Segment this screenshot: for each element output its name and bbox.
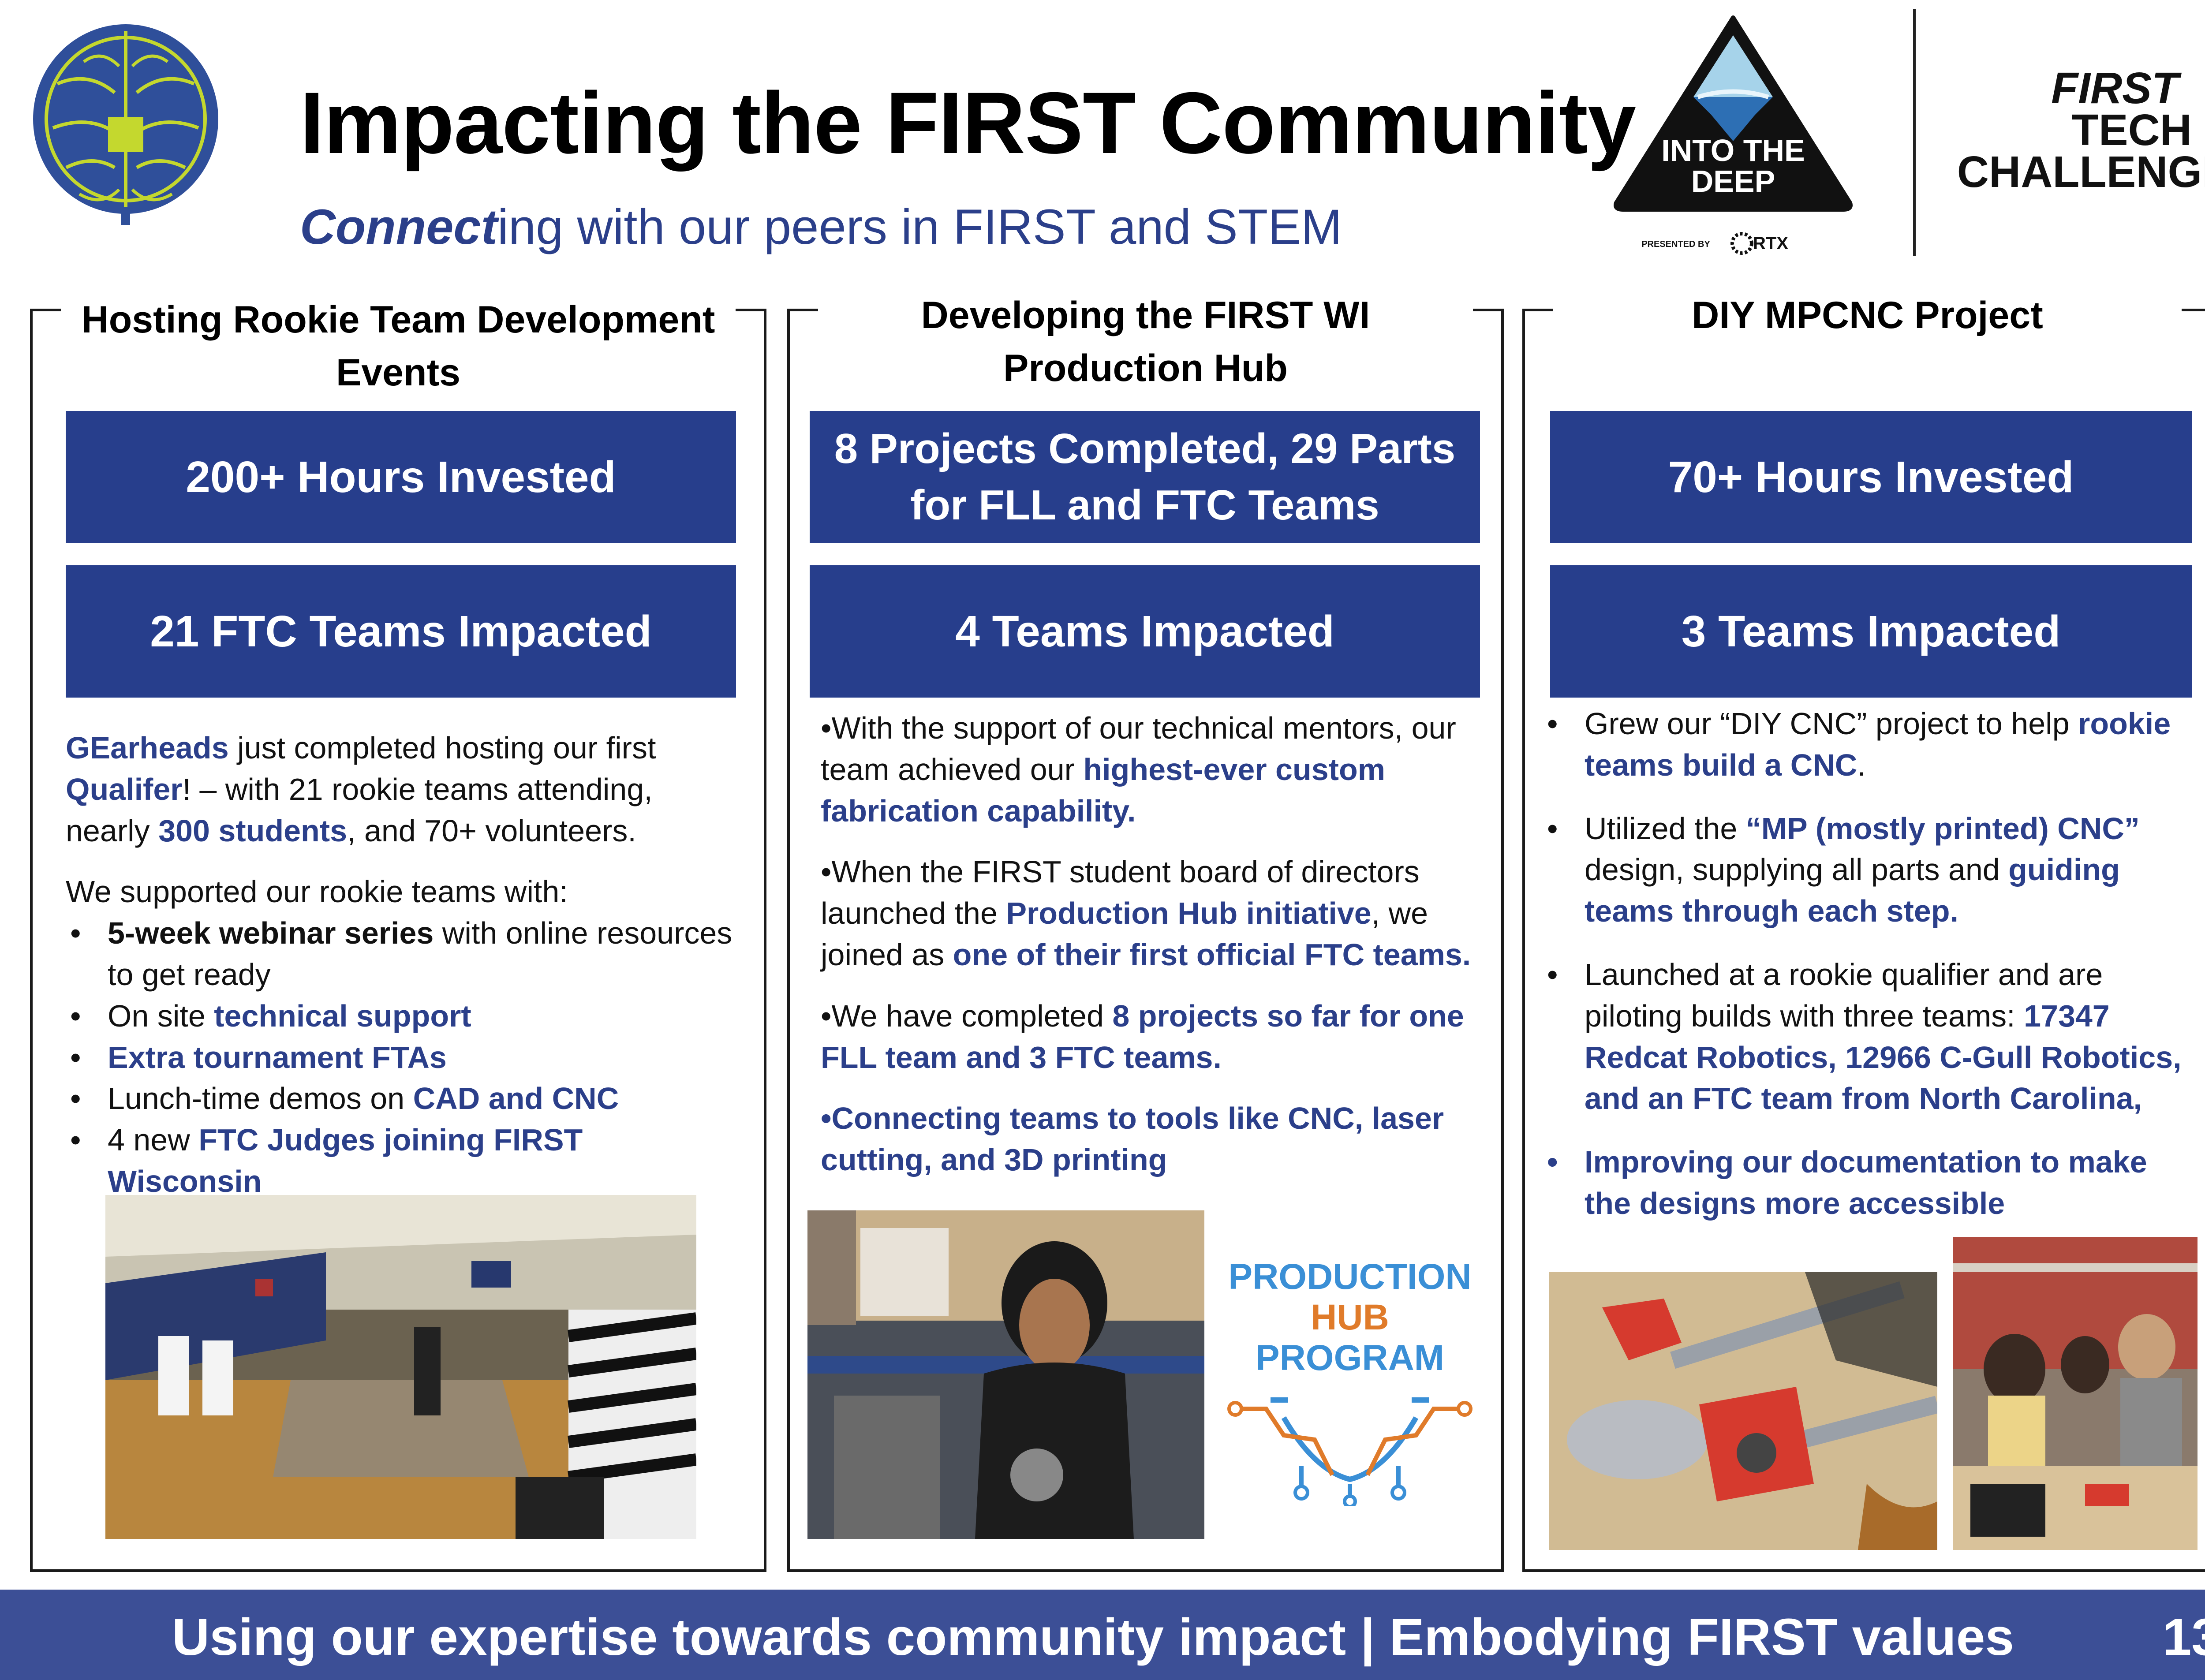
item-highlight: CAD and CNC: [413, 1081, 619, 1116]
cnc-parts-photo: [1549, 1272, 1937, 1550]
slide-title: Impacting the FIRST Community: [300, 74, 1636, 172]
circuit-graphic: [1227, 1397, 1472, 1506]
corner-right: [736, 309, 766, 311]
ftc-logo-tech: TECH: [2071, 105, 2192, 155]
stat-box-teams: 21 FTC Teams Impacted: [66, 565, 736, 698]
list-item: 5-week webinar series with online resour…: [66, 913, 745, 996]
support-list: 5-week webinar series with online resour…: [66, 913, 745, 1202]
team-build-photo: [1953, 1237, 2198, 1550]
para-highlight: Connecting teams to tools like CNC, lase…: [821, 1101, 1444, 1177]
item-text: .: [1857, 747, 1866, 782]
subtitle-rest: ing with our peers in FIRST and STEM: [497, 199, 1342, 254]
list-item: Improving our documentation to make the …: [1543, 1142, 2195, 1225]
column-heading: Developing the FIRST WI Production Hub: [825, 289, 1466, 395]
ftc-logo-first: FIRST: [2051, 63, 2179, 113]
team-brain-logo: [26, 18, 225, 229]
item-strong: 5-week webinar series: [108, 916, 434, 951]
stat-box-hours: 200+ Hours Invested: [66, 411, 736, 543]
column-heading: DIY MPCNC Project: [1560, 289, 2175, 342]
stat-text: 200+ Hours Invested: [186, 452, 616, 502]
intro-text: just completed hosting our first: [228, 731, 656, 765]
paragraph: •With the support of our technical mento…: [821, 711, 1456, 828]
item-highlight: Extra tournament FTAs: [108, 1040, 447, 1075]
intro-text: , and 70+ volunteers.: [347, 813, 636, 848]
paragraph: •Connecting teams to tools like CNC, las…: [821, 1101, 1444, 1177]
column-rookie-events: Hosting Rookie Team Development Events 2…: [30, 293, 766, 1572]
stat-text: 8 Projects Completed, 29 Parts for FLL a…: [834, 425, 1456, 529]
into-the-deep-logo: INTO THE DEEP PRESENTED BY RTX: [1610, 9, 1857, 256]
item-text: Lunch-time demos on: [108, 1081, 413, 1116]
production-hub-logo: PRODUCTION HUB PROGRAM: [1226, 1259, 1473, 1506]
sponsor-label: RTX: [1753, 234, 1788, 253]
footer-bar: Using our expertise towards community im…: [0, 1590, 2205, 1680]
corner-right: [1473, 309, 1504, 311]
intro-highlight: 300 students: [158, 813, 348, 848]
subtitle-emphasis: Connect: [300, 199, 497, 254]
slide-subtitle: Connecting with our peers in FIRST and S…: [300, 198, 1342, 255]
first-tech-challenge-logo: FIRST TECH CHALLENGE: [1957, 63, 2205, 198]
item-highlight: Improving our documentation to make the …: [1585, 1145, 2147, 1221]
stat-text: 3 Teams Impacted: [1681, 606, 2061, 656]
gym-competition-photo: [105, 1195, 696, 1539]
hub-logo-line2: HUB: [1311, 1297, 1389, 1337]
corner-left: [1522, 309, 1553, 311]
item-highlight: “MP (mostly printed) CNC”: [1745, 811, 2140, 846]
hub-logo-line1: PRODUCTION: [1228, 1257, 1472, 1297]
season-logo-line1: INTO THE: [1661, 133, 1805, 168]
stat-box-teams: 4 Teams Impacted: [810, 565, 1480, 698]
corner-right: [2182, 309, 2205, 311]
column-heading: Hosting Rookie Team Development Events: [68, 293, 729, 399]
stat-box-teams: 3 Teams Impacted: [1550, 565, 2192, 698]
paragraph: •When the FIRST student board of directo…: [821, 855, 1471, 972]
intro-highlight: Qualifer: [66, 772, 183, 806]
ftc-logo-challenge: CHALLENGE: [1957, 147, 2205, 197]
stat-text: 70+ Hours Invested: [1668, 452, 2074, 502]
support-lead: We supported our rookie teams with:: [66, 874, 568, 909]
presented-by-label: PRESENTED BY: [1641, 239, 1710, 249]
list-item: On site technical support: [66, 996, 745, 1037]
stat-box-hours: 70+ Hours Invested: [1550, 411, 2192, 543]
list-item: 4 new FTC Judges joining FIRST Wisconsin: [66, 1120, 745, 1202]
item-text: 4 new: [108, 1123, 199, 1157]
stat-text: 4 Teams Impacted: [955, 606, 1334, 656]
stat-text: 21 FTC Teams Impacted: [150, 606, 652, 656]
paragraph: •We have completed 8 projects so far for…: [821, 998, 1464, 1075]
list-item: Extra tournament FTAs: [66, 1037, 745, 1079]
item-text: On site: [108, 998, 214, 1033]
list-item: Lunch-time demos on CAD and CNC: [66, 1078, 745, 1120]
list-item: Grew our “DIY CNC” project to help rooki…: [1543, 703, 2195, 786]
item-text: Grew our “DIY CNC” project to help: [1585, 706, 2078, 741]
list-item: Utilized the “MP (mostly printed) CNC” d…: [1543, 808, 2195, 932]
column-body: Grew our “DIY CNC” project to help rooki…: [1543, 703, 2195, 1225]
item-text: Utilized the: [1585, 811, 1746, 846]
para-highlight: Production Hub initiative: [1006, 896, 1372, 931]
item-text: design, supplying all parts and: [1585, 852, 2009, 887]
team-name: GEarheads: [66, 731, 229, 765]
intro-paragraph: GEarheads just completed hosting our fir…: [66, 728, 745, 851]
corner-left: [787, 309, 818, 311]
corner-left: [30, 309, 61, 311]
hub-logo-line3: PROGRAM: [1255, 1338, 1445, 1378]
para-text: We have completed: [831, 998, 1113, 1033]
footer-tagline: Using our expertise towards community im…: [172, 1608, 2014, 1666]
list-item: Launched at a rookie qualifier and are p…: [1543, 954, 2195, 1120]
page-number: 13: [2162, 1608, 2205, 1666]
item-highlight: technical support: [214, 998, 471, 1033]
column-production-hub: Developing the FIRST WI Production Hub 8…: [787, 289, 1504, 1572]
para-highlight: one of their first official FTC teams.: [953, 937, 1471, 972]
project-list: Grew our “DIY CNC” project to help rooki…: [1543, 703, 2195, 1225]
stat-box-projects: 8 Projects Completed, 29 Parts for FLL a…: [810, 411, 1480, 543]
student-workshop-photo: [807, 1210, 1204, 1539]
column-body: •With the support of our technical mento…: [821, 708, 1478, 1201]
header-divider: [1913, 9, 1916, 256]
column-diy-mpcnc: DIY MPCNC Project 70+ Hours Invested 3 T…: [1522, 289, 2205, 1572]
column-body: GEarheads just completed hosting our fir…: [66, 728, 745, 1202]
season-logo-line2: DEEP: [1691, 164, 1775, 198]
